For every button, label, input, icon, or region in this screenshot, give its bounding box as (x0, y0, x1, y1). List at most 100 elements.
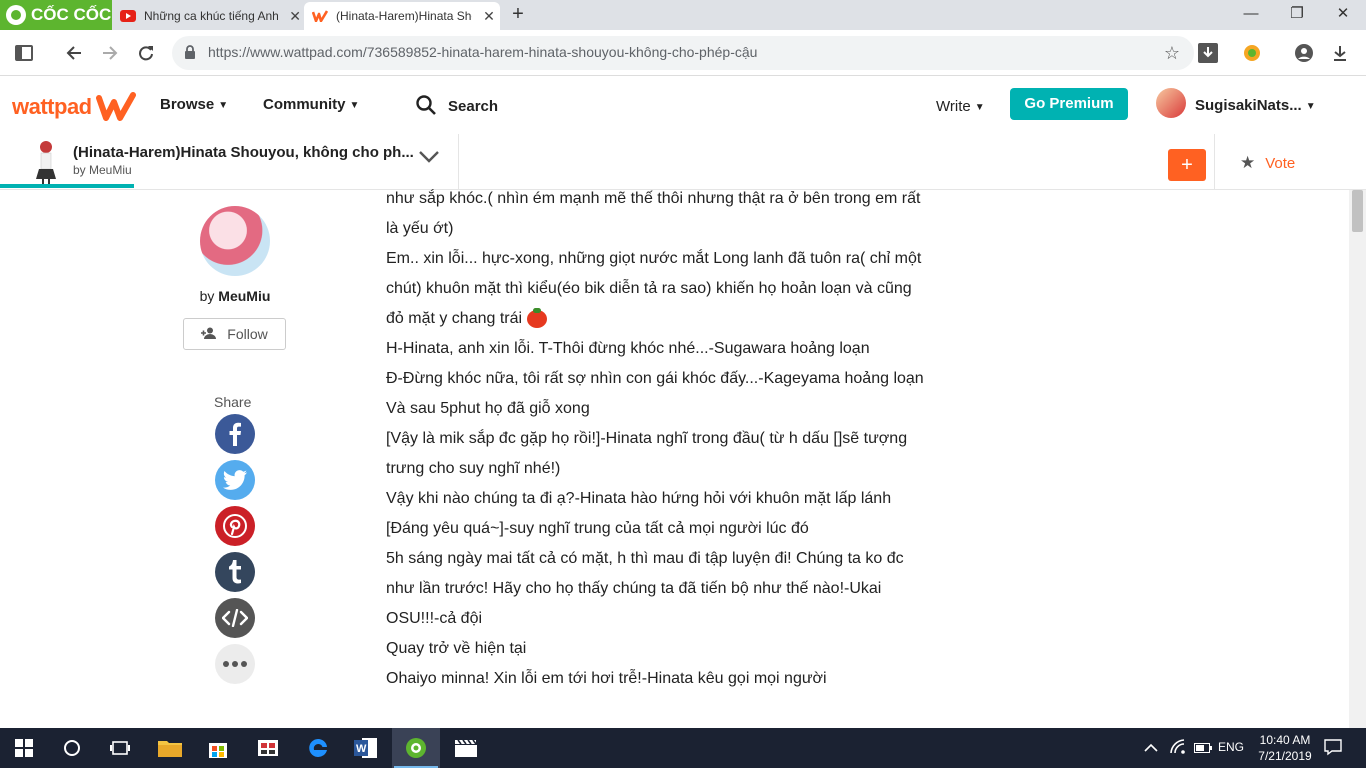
youtube-icon (120, 8, 136, 24)
share-more-button[interactable] (215, 644, 255, 684)
story-cover-thumbnail[interactable] (34, 139, 58, 185)
author-avatar[interactable] (200, 206, 270, 276)
add-user-icon (201, 327, 217, 342)
tab-title: (Hinata-Harem)Hinata Shc (336, 9, 472, 23)
microsoft-store-icon[interactable] (194, 728, 242, 768)
chevron-up-icon[interactable] (1144, 740, 1158, 758)
share-facebook-button[interactable] (215, 414, 255, 454)
media-clapper-icon[interactable] (442, 728, 490, 768)
search-icon[interactable] (416, 95, 436, 120)
word-icon[interactable]: W (342, 728, 390, 768)
share-twitter-button[interactable] (215, 460, 255, 500)
story-paragraph: Vậy khi nào chúng ta đi ạ?-Hinata hào hứ… (386, 490, 892, 507)
close-window-icon[interactable]: ✕ (1320, 0, 1366, 30)
scrollbar-thumb[interactable] (1352, 190, 1363, 232)
caret-down-icon: ▼ (349, 99, 360, 111)
coccoc-extension-icon[interactable] (1240, 41, 1264, 65)
coccoc-taskbar-icon[interactable] (392, 728, 440, 768)
browser-tab-youtube[interactable]: Những ca khúc tiếng Anh ✕ (112, 2, 304, 30)
embed-code-icon (222, 609, 248, 627)
wifi-icon[interactable] (1170, 739, 1186, 760)
story-paragraph: Và sau 5phut họ đã giỗ xong (386, 400, 590, 417)
maximize-icon[interactable]: ❐ (1274, 0, 1320, 30)
wattpad-logo-text: wattpad (12, 94, 92, 119)
windows-taskbar: W ENG 10:40 AM 7/21/2019 (0, 728, 1366, 768)
clock-time: 10:40 AM (1259, 733, 1311, 747)
app-grid-icon[interactable] (244, 728, 292, 768)
download-icon[interactable] (1196, 41, 1220, 65)
add-to-library-button[interactable]: + (1168, 149, 1206, 181)
tomato-emoji-icon (526, 307, 547, 328)
story-paragraph: 5h sáng ngày mai tất cả có mặt, h thì ma… (386, 550, 904, 597)
user-avatar[interactable] (1156, 88, 1186, 118)
forward-arrow-icon[interactable] (98, 41, 122, 65)
sidebar-toggle-icon[interactable] (12, 41, 36, 65)
community-menu[interactable]: Community ▼ (263, 96, 359, 113)
file-explorer-icon[interactable] (146, 728, 194, 768)
new-tab-button[interactable]: + (508, 4, 528, 26)
by-label: by (199, 288, 215, 304)
author-name-link[interactable]: MeuMiu (218, 288, 270, 304)
back-arrow-icon[interactable] (62, 41, 86, 65)
browse-menu[interactable]: Browse ▼ (160, 96, 228, 113)
share-embed-button[interactable] (215, 598, 255, 638)
write-menu[interactable]: Write ▼ (936, 98, 985, 115)
story-paragraph-text: Em.. xin lỗi... hực-xong, những giọt nướ… (386, 250, 922, 327)
vote-button[interactable]: ★ Vote (1240, 153, 1295, 173)
task-view-icon[interactable] (96, 728, 144, 768)
input-language[interactable]: ENG (1218, 740, 1244, 754)
close-tab-icon[interactable]: ✕ (480, 8, 498, 25)
system-clock[interactable]: 10:40 AM 7/21/2019 (1252, 732, 1318, 764)
go-premium-button[interactable]: Go Premium (1010, 88, 1128, 120)
notification-icon[interactable] (1324, 738, 1342, 761)
share-tumblr-button[interactable] (215, 552, 255, 592)
bookmark-star-icon[interactable]: ☆ (1160, 41, 1184, 65)
caret-down-icon: ▼ (1305, 100, 1316, 112)
address-bar[interactable]: https://www.wattpad.com/736589852-hinata… (172, 36, 1194, 70)
user-menu[interactable]: SugisakiNats... ▼ (1195, 97, 1316, 114)
menu-download-icon[interactable] (1328, 41, 1352, 65)
edge-browser-icon[interactable] (294, 728, 342, 768)
chevron-down-icon[interactable] (418, 150, 440, 169)
battery-icon[interactable] (1194, 741, 1212, 759)
wattpad-logo[interactable]: wattpad (12, 92, 136, 122)
svg-text:W: W (356, 743, 367, 755)
close-tab-icon[interactable]: ✕ (286, 8, 304, 25)
coccoc-brand[interactable]: CỐC CỐC (0, 0, 112, 30)
profile-icon[interactable] (1292, 41, 1316, 65)
tab-title: Những ca khúc tiếng Anh (144, 9, 279, 23)
browser-toolbar: https://www.wattpad.com/736589852-hinata… (0, 30, 1366, 76)
coccoc-logo-icon (6, 5, 26, 25)
reload-icon[interactable] (134, 41, 158, 65)
story-title[interactable]: (Hinata-Harem)Hinata Shouyou, không cho … (73, 144, 414, 161)
windows-start-icon[interactable] (0, 728, 48, 768)
share-pinterest-button[interactable] (215, 506, 255, 546)
coccoc-brand-label: CỐC CỐC (31, 5, 112, 24)
story-author[interactable]: by MeuMiu (73, 163, 132, 177)
search-label[interactable]: Search (448, 98, 498, 115)
write-label: Write (936, 98, 971, 115)
minimize-icon[interactable]: — (1228, 0, 1274, 30)
share-label: Share (214, 394, 252, 410)
follow-label: Follow (227, 326, 268, 342)
community-label: Community (263, 96, 346, 113)
wattpad-icon (312, 8, 328, 24)
caret-down-icon: ▼ (974, 101, 985, 113)
story-header: (Hinata-Harem)Hinata Shouyou, không cho … (0, 134, 1366, 190)
wattpad-w-icon (95, 92, 136, 121)
browser-tab-wattpad[interactable]: (Hinata-Harem)Hinata Shc ✕ (304, 2, 500, 30)
wattpad-header: wattpad Browse ▼ Community ▼ Search Write ▼… (0, 76, 1366, 134)
story-paragraph: OSU!!!-cả đội (386, 610, 483, 627)
reading-progress-bar (0, 184, 134, 188)
username-label: SugisakiNats... (1195, 97, 1302, 114)
page-scrollbar[interactable] (1349, 190, 1366, 728)
story-paragraph: Ohaiyo minna! Xin lỗi em tới hơi trễ!-Hi… (386, 670, 827, 687)
follow-button[interactable]: Follow (183, 318, 286, 350)
search-circle-icon[interactable] (48, 728, 96, 768)
divider (458, 134, 459, 190)
facebook-icon (229, 422, 241, 446)
story-paragraph: H-Hinata, anh xin lỗi. T-Thôi đừng khóc … (386, 340, 870, 357)
story-paragraph: Em.. xin lỗi... hực-xong, những giọt nướ… (386, 244, 926, 334)
vote-label: Vote (1265, 154, 1296, 172)
story-paragraph: [Đáng yêu quá~]-suy nghĩ trung của tất c… (386, 520, 809, 537)
